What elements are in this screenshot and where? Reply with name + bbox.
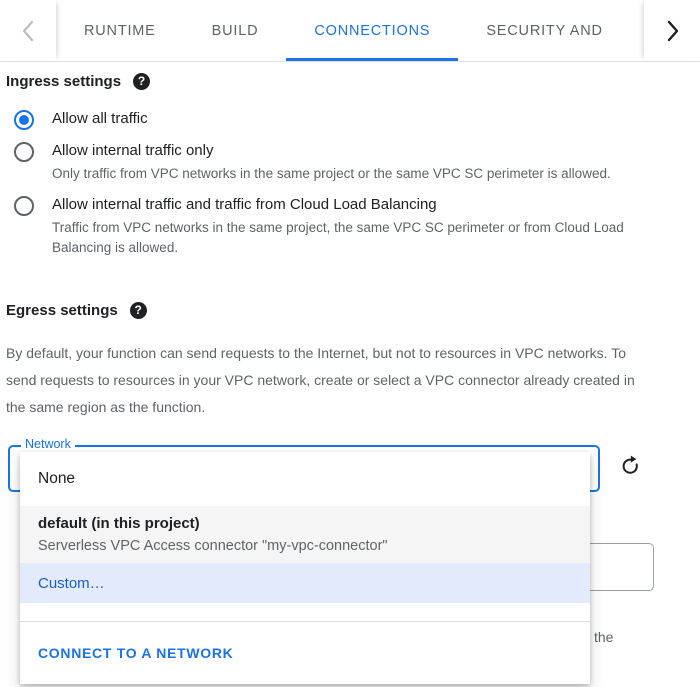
radio-allow-all-traffic-label: Allow all traffic (52, 110, 148, 127)
tabs-scroll-right-button[interactable] (644, 0, 700, 61)
egress-help-icon[interactable]: ? (129, 302, 147, 319)
connect-to-a-network-label: CONNECT TO A NETWORK (38, 645, 234, 661)
network-field-label: Network (21, 437, 75, 451)
refresh-networks-button[interactable] (612, 450, 648, 486)
radio-body: Allow all traffic (52, 108, 148, 136)
radio-control (14, 110, 36, 132)
egress-settings-description: By default, your function can send reque… (6, 345, 635, 415)
tab-connections[interactable]: CONNECTIONS (286, 0, 459, 61)
radio-allow-internal-and-lb-description: Traffic from VPC networks in the same pr… (52, 220, 624, 255)
radio-allow-internal-only-label: Allow internal traffic only (52, 142, 214, 159)
tab-bar: RUNTIME BUILD CONNECTIONS SECURITY AND (0, 0, 700, 62)
dropdown-option-custom-label: Custom… (38, 574, 105, 592)
dropdown-spacer (20, 603, 590, 621)
tabs-scroll-left-button[interactable] (0, 0, 56, 61)
radio-allow-internal-only-description: Only traffic from VPC networks in the sa… (52, 166, 611, 181)
radio-allow-internal-only[interactable]: Allow internal traffic only Only traffic… (6, 140, 666, 190)
tab-runtime[interactable]: RUNTIME (56, 0, 184, 61)
chevron-right-icon (662, 18, 682, 44)
connect-to-a-network-button[interactable]: CONNECT TO A NETWORK (20, 622, 590, 684)
refresh-icon (618, 454, 642, 483)
tab-build[interactable]: BUILD (184, 0, 287, 61)
radio-allow-internal-and-lb-label: Allow internal traffic and traffic from … (52, 196, 437, 213)
tab-security-and[interactable]: SECURITY AND (458, 0, 631, 61)
radio-allow-all-traffic[interactable]: Allow all traffic (6, 108, 666, 136)
dropdown-option-default[interactable]: default (in this project) Serverless VPC… (20, 506, 590, 563)
dropdown-option-none-label: None (38, 470, 76, 487)
ingress-settings-title: Ingress settings (6, 73, 122, 90)
radio-body: Allow internal traffic and traffic from … (52, 194, 666, 264)
egress-settings-title: Egress settings (6, 302, 118, 319)
tabs-container: RUNTIME BUILD CONNECTIONS SECURITY AND (56, 0, 644, 61)
dropdown-option-custom[interactable]: Custom… (20, 563, 590, 603)
dropdown-option-none[interactable]: None (20, 452, 590, 506)
ingress-radio-group: Allow all traffic Allow internal traffic… (6, 108, 666, 268)
ingress-help-icon[interactable]: ? (133, 73, 151, 90)
radio-control (14, 142, 36, 164)
tab-build-label: BUILD (211, 22, 259, 39)
egress-trailing-text: the (594, 629, 614, 645)
dropdown-option-default-label: default (in this project) (38, 514, 200, 532)
connections-settings-page: RUNTIME BUILD CONNECTIONS SECURITY AND I… (0, 0, 700, 687)
dropdown-option-default-sublabel: Serverless VPC Access connector "my-vpc-… (38, 537, 388, 554)
egress-settings-heading: Egress settings ? (6, 302, 147, 319)
tab-security-and-label: SECURITY AND (486, 22, 603, 39)
chevron-left-icon (18, 18, 38, 44)
radio-control (14, 196, 36, 218)
ingress-settings-heading: Ingress settings ? (6, 73, 151, 90)
radio-body: Allow internal traffic only Only traffic… (52, 140, 611, 190)
tab-connections-label: CONNECTIONS (314, 22, 431, 39)
radio-allow-internal-and-lb[interactable]: Allow internal traffic and traffic from … (6, 194, 666, 264)
network-options-dropdown: None default (in this project) Serverles… (20, 452, 590, 684)
tab-runtime-label: RUNTIME (84, 22, 156, 39)
